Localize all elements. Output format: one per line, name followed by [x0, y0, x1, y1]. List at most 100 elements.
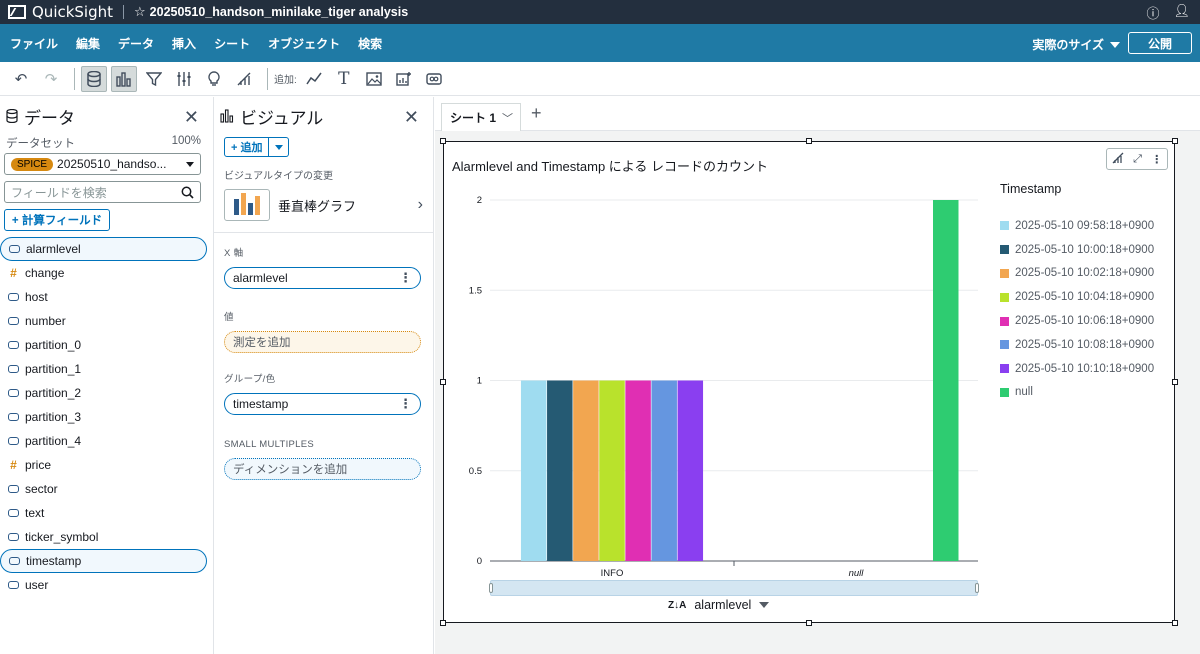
legend-item[interactable]: null	[1000, 381, 1154, 405]
field-item-user[interactable]: user	[0, 573, 213, 597]
field-item-change[interactable]: # change	[0, 261, 213, 285]
add-image-icon[interactable]	[361, 66, 387, 92]
undo-icon[interactable]: ↶	[8, 66, 34, 92]
x-tick-label: null	[849, 568, 865, 579]
field-item-partition-4[interactable]: partition_4	[0, 429, 213, 453]
legend-item[interactable]: 2025-05-10 10:02:18+0900	[1000, 262, 1154, 286]
bar[interactable]	[651, 380, 677, 562]
favorite-star-icon[interactable]: ☆	[134, 4, 146, 20]
menu-sheet[interactable]: シート	[214, 35, 250, 52]
publish-button[interactable]: 公開	[1128, 32, 1192, 54]
sort-icon[interactable]: Z↓A	[668, 600, 686, 611]
insights-lightbulb-icon[interactable]	[201, 66, 227, 92]
small-multiples-field-well[interactable]: ディメンションを追加	[224, 458, 421, 480]
chevron-down-icon	[1110, 41, 1120, 48]
toolbar: ↶ ↷ 追加: T	[0, 62, 1200, 96]
field-item-sector[interactable]: sector	[0, 477, 213, 501]
bar[interactable]	[547, 380, 573, 562]
add-sheet-icon[interactable]: +	[531, 103, 542, 124]
field-item-partition-0[interactable]: partition_0	[0, 333, 213, 357]
close-icon[interactable]: ✕	[184, 107, 199, 128]
legend-item[interactable]: 2025-05-10 09:58:18+0900	[1000, 214, 1154, 238]
field-item-partition-2[interactable]: partition_2	[0, 381, 213, 405]
value-field-well[interactable]: 測定を追加	[224, 331, 421, 353]
add-visual-button[interactable]: + 追加	[224, 137, 270, 157]
menu-search[interactable]: 検索	[358, 35, 382, 52]
add-text-icon[interactable]: T	[331, 66, 357, 92]
chevron-down-icon	[759, 602, 770, 608]
resize-handle[interactable]	[1172, 379, 1178, 385]
data-panel-toggle-icon[interactable]	[81, 65, 107, 92]
add-calculated-field-button[interactable]: + 計算フィールド	[4, 209, 110, 231]
bar[interactable]	[677, 380, 704, 562]
visual-type-selector[interactable]: 垂直棒グラフ ›	[224, 188, 423, 222]
field-item-host[interactable]: host	[0, 285, 213, 309]
insights-icon[interactable]	[1112, 152, 1124, 167]
legend-label: 2025-05-10 10:10:18+0900	[1015, 362, 1155, 375]
chevron-down-icon[interactable]: ﹀	[502, 110, 513, 126]
redo-icon[interactable]: ↷	[38, 66, 64, 92]
x-axis-field-selector[interactable]: Z↓A alarmlevel	[668, 598, 770, 612]
expand-icon[interactable]: ⤢	[1133, 153, 1142, 166]
more-options-icon[interactable]: ⋮	[399, 270, 412, 286]
field-item-price[interactable]: # price	[0, 453, 213, 477]
database-icon	[6, 109, 18, 123]
menu-object[interactable]: オブジェクト	[268, 35, 340, 52]
legend-item[interactable]: 2025-05-10 10:10:18+0900	[1000, 357, 1154, 381]
menu-file[interactable]: ファイル	[10, 35, 58, 52]
group-field-well[interactable]: timestamp ⋮	[224, 393, 421, 415]
legend-item[interactable]: 2025-05-10 10:08:18+0900	[1000, 333, 1154, 357]
legend-item[interactable]: 2025-05-10 10:04:18+0900	[1000, 285, 1154, 309]
controls-icon[interactable]	[171, 66, 197, 92]
field-item-ticker-symbol[interactable]: ticker_symbol	[0, 525, 213, 549]
visual-panel-title: ビジュアル	[240, 108, 324, 129]
add-visual-dropdown[interactable]	[269, 137, 290, 157]
quicksight-logo[interactable]: QuickSight	[0, 3, 113, 21]
scroll-handle-left[interactable]	[489, 583, 493, 593]
legend-label: 2025-05-10 10:04:18+0900	[1015, 291, 1155, 304]
field-item-number[interactable]: number	[0, 309, 213, 333]
close-icon[interactable]: ✕	[404, 107, 419, 128]
bar[interactable]	[520, 380, 547, 562]
more-options-icon[interactable]: ⋮	[399, 396, 412, 412]
resize-handle[interactable]	[440, 620, 446, 626]
bar[interactable]	[599, 380, 625, 562]
add-insight-icon[interactable]	[391, 66, 417, 92]
scroll-handle-right[interactable]	[975, 583, 979, 593]
tab-label: シート 1	[450, 111, 497, 125]
field-item-partition-3[interactable]: partition_3	[0, 405, 213, 429]
field-item-partition-1[interactable]: partition_1	[0, 357, 213, 381]
x-axis-scrollbar[interactable]	[489, 580, 979, 596]
visual-panel-toggle-icon[interactable]	[111, 65, 137, 92]
size-select[interactable]: 実際のサイズ	[1032, 36, 1120, 53]
visual-card[interactable]: Alarmlevel and Timestamp による レコードのカウント ⤢…	[440, 138, 1178, 626]
user-icon[interactable]: 👤︎	[1173, 3, 1190, 22]
bar[interactable]	[933, 200, 959, 561]
field-item-timestamp[interactable]: timestamp	[0, 549, 207, 573]
dataset-percent: 100%	[171, 135, 201, 147]
x-axis-field-well[interactable]: alarmlevel ⋮	[224, 267, 421, 289]
field-search-input[interactable]: フィールドを検索	[4, 181, 201, 203]
legend-item[interactable]: 2025-05-10 10:06:18+0900	[1000, 309, 1154, 333]
resize-handle[interactable]	[806, 620, 812, 626]
analysis-title[interactable]: 20250510_handson_minilake_tiger analysis	[150, 5, 408, 19]
dataset-select[interactable]: SPICE 20250510_handso...	[4, 153, 201, 175]
bar[interactable]	[573, 380, 599, 562]
themes-icon[interactable]	[231, 66, 257, 92]
legend-item[interactable]: 2025-05-10 10:00:18+0900	[1000, 238, 1154, 262]
more-options-icon[interactable]: ⋮	[1151, 153, 1162, 166]
menu-insert[interactable]: 挿入	[172, 35, 196, 52]
filter-icon[interactable]	[141, 66, 167, 92]
resize-handle[interactable]	[1172, 138, 1178, 144]
resize-handle[interactable]	[1172, 620, 1178, 626]
add-visual-line-icon[interactable]	[301, 66, 327, 92]
menu-bar: ファイル 編集 データ 挿入 シート オブジェクト 検索 実際のサイズ 公開	[0, 24, 1200, 62]
field-item-alarmlevel[interactable]: alarmlevel	[0, 237, 207, 261]
help-icon[interactable]: ⓘ	[1146, 3, 1159, 22]
field-item-text[interactable]: text	[0, 501, 213, 525]
bar[interactable]	[625, 380, 651, 562]
add-filter-control-icon[interactable]	[421, 66, 447, 92]
menu-edit[interactable]: 編集	[76, 35, 100, 52]
tab-sheet-1[interactable]: シート 1 ﹀	[441, 103, 521, 131]
menu-data[interactable]: データ	[118, 35, 154, 52]
